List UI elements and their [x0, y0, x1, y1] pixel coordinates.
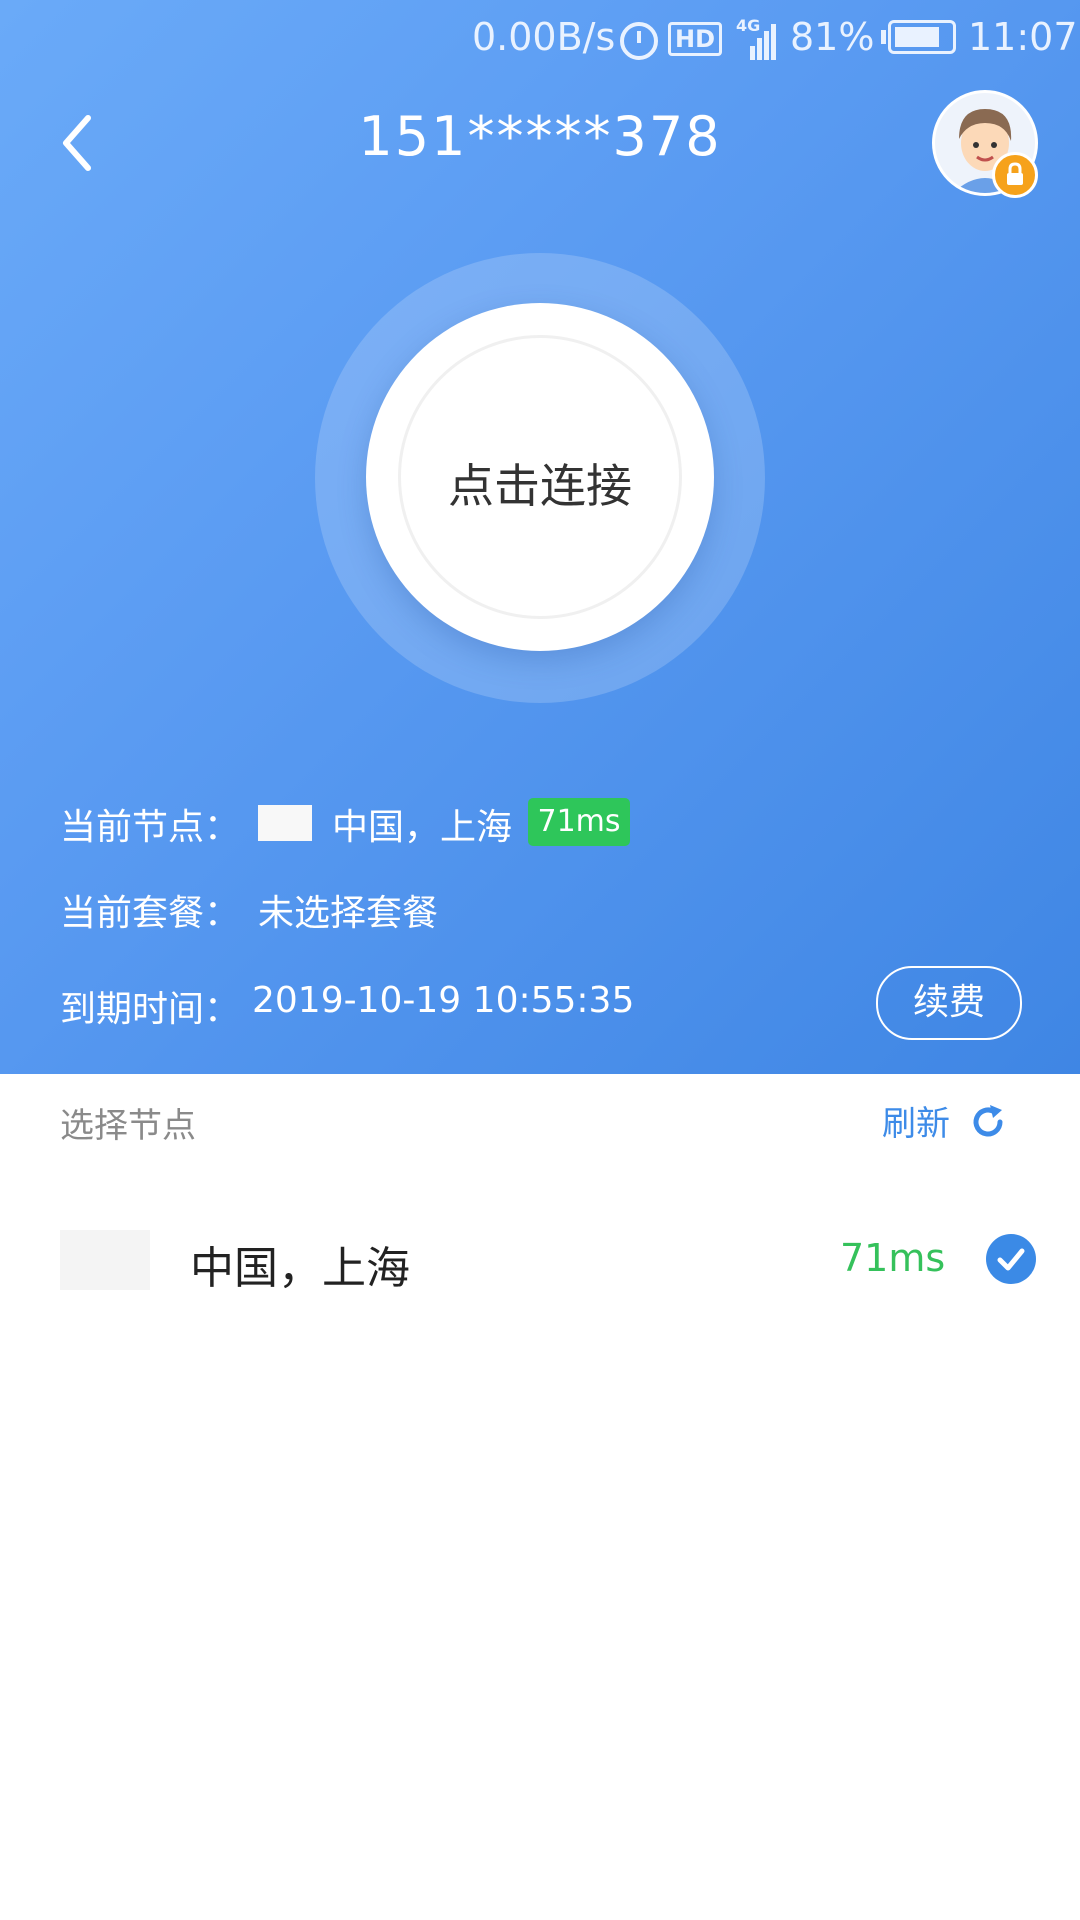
flag-icon [258, 805, 312, 841]
current-node-label: 当前节点： [60, 807, 241, 848]
signal-icon: 4G [736, 18, 776, 60]
lock-icon [992, 152, 1038, 198]
check-icon[interactable] [986, 1234, 1036, 1284]
renew-button[interactable]: 续费 [876, 966, 1022, 1040]
header-panel: 0.00B/s HD 4G 81% 11:07 151*****378 点击连接… [0, 0, 1080, 1074]
battery-fill [895, 27, 939, 47]
select-node-title: 选择节点 [60, 1106, 196, 1146]
account-title: 151*****378 [358, 105, 722, 168]
clock: 11:07 [968, 15, 1078, 59]
refresh-button[interactable]: 刷新 [882, 1096, 950, 1145]
refresh-icon[interactable] [968, 1102, 1008, 1142]
expire-value: 2019-10-19 10:55:35 [252, 980, 635, 1021]
node-ping: 71ms [840, 1236, 946, 1280]
current-plan-label: 当前套餐： [60, 893, 241, 934]
alarm-icon [620, 22, 658, 60]
node-name: 中国，上海 [190, 1243, 410, 1294]
connect-label[interactable]: 点击连接 [366, 450, 714, 516]
ping-badge: 71ms [528, 798, 630, 846]
current-node-value: 中国，上海 [332, 807, 513, 848]
signal-bars-icon [750, 24, 776, 60]
current-plan-value: 未选择套餐 [258, 893, 439, 934]
expire-label: 到期时间： [60, 989, 241, 1030]
battery-percent: 81% [790, 15, 875, 59]
flag-icon [60, 1230, 150, 1290]
status-bar: 0.00B/s HD 4G 81% 11:07 [0, 0, 1080, 76]
hd-icon: HD [668, 22, 723, 56]
battery-icon [881, 20, 956, 54]
network-speed: 0.00B/s [472, 15, 616, 59]
